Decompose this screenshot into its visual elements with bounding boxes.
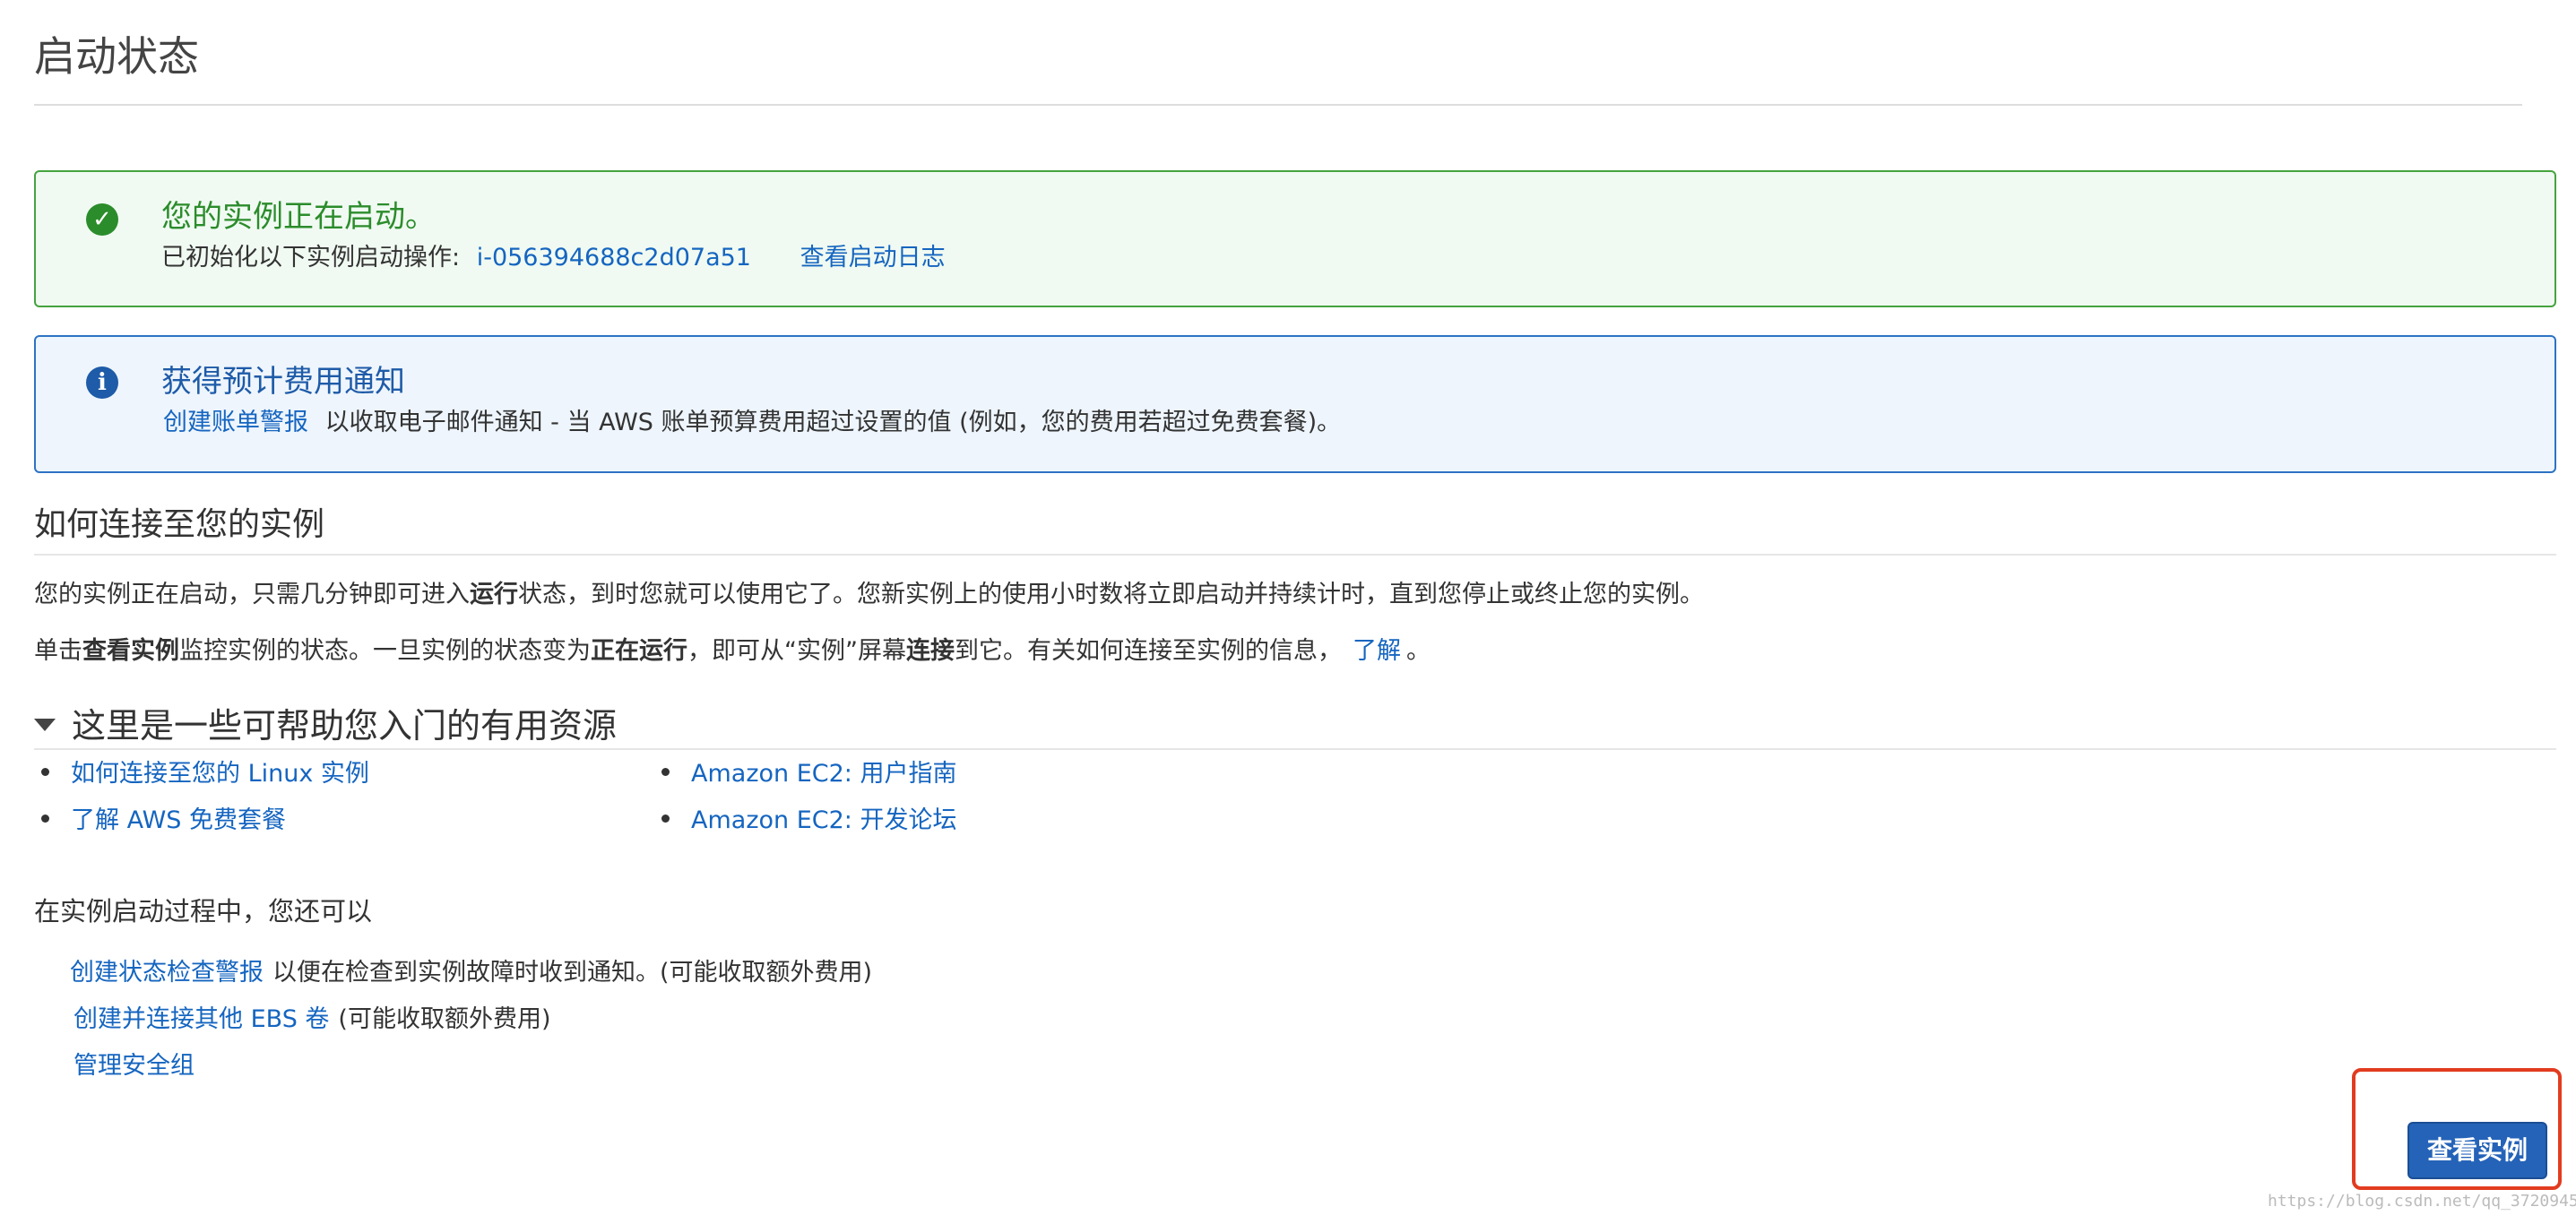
while-launching-item: 创建状态检查警报 以便在检查到实例故障时收到通知。(可能收取额外费用) <box>70 959 872 987</box>
resource-list-item: 了解 AWS 免费套餐 <box>41 806 286 835</box>
while-launching-item: 管理安全组 <box>73 1052 194 1081</box>
para2-view-instances-bold: 查看实例 <box>82 637 179 665</box>
billing-info-alert: i 获得预计费用通知 创建账单警报 以收取电子邮件通知 - 当 AWS 账单预算… <box>34 335 2556 473</box>
instance-id-link[interactable]: i-056394688c2d07a51 <box>477 244 751 272</box>
launch-success-alert: ✓ 您的实例正在启动。 已初始化以下实例启动操作: i-056394688c2d… <box>34 170 2556 307</box>
para2-running-bold: 正在运行 <box>591 637 687 665</box>
create-billing-alarm-link[interactable]: 创建账单警报 <box>163 409 308 436</box>
para2-text-a: 单击 <box>34 637 82 665</box>
para1-text-a: 您的实例正在启动，只需几分钟即可进入 <box>34 581 470 608</box>
billing-alert-text: 以收取电子邮件通知 - 当 AWS 账单预算费用超过设置的值 (例如，您的费用若… <box>324 409 1342 436</box>
view-instances-button[interactable]: 查看实例 <box>2407 1122 2547 1179</box>
para2-end: 。 <box>1405 637 1431 665</box>
bullet-icon <box>661 815 670 823</box>
para2-text-e: ，即可从“实例”屏幕 <box>687 637 906 665</box>
title-divider <box>34 104 2522 106</box>
para1-text-c: 状态，到时您就可以使用它了。您新实例上的使用小时数将立即启动并持续计时，直到您停… <box>518 581 1704 608</box>
resource-link-free-tier[interactable]: 了解 AWS 免费套餐 <box>71 806 286 834</box>
create-status-check-alarm-link[interactable]: 创建状态检查警报 <box>70 959 264 987</box>
success-alert-heading: 您的实例正在启动。 <box>161 199 436 235</box>
info-alert-body: 创建账单警报 以收取电子邮件通知 - 当 AWS 账单预算费用超过设置的值 (例… <box>163 409 1341 437</box>
resource-link-connect-linux[interactable]: 如何连接至您的 Linux 实例 <box>71 760 369 788</box>
connect-section-heading: 如何连接至您的实例 <box>34 506 325 543</box>
resources-divider <box>34 748 2556 750</box>
para2-text-c: 监控实例的状态。一旦实例的状态变为 <box>179 637 591 665</box>
connect-paragraph-1: 您的实例正在启动，只需几分钟即可进入运行状态，到时您就可以使用它了。您新实例上的… <box>34 581 1704 609</box>
watermark-text: https://blog.csdn.net/qq_37209452 <box>2268 1192 2576 1211</box>
resources-heading-text: 这里是一些可帮助您入门的有用资源 <box>72 706 618 746</box>
info-alert-heading: 获得预计费用通知 <box>161 364 405 400</box>
view-launch-log-link[interactable]: 查看启动日志 <box>800 244 946 272</box>
bullet-icon <box>661 768 670 776</box>
resource-list-item: 如何连接至您的 Linux 实例 <box>41 760 369 789</box>
while-launching-heading: 在实例启动过程中，您还可以 <box>34 896 373 927</box>
section-divider <box>34 554 2556 556</box>
caret-down-icon[interactable] <box>34 718 56 731</box>
status-check-alarm-text: 以便在检查到实例故障时收到通知。(可能收取额外费用) <box>272 959 873 987</box>
para2-text-g: 到它。有关如何连接至实例的信息， <box>954 637 1342 665</box>
create-ebs-volume-link[interactable]: 创建并连接其他 EBS 卷 <box>73 1005 329 1033</box>
launch-initiated-label: 已初始化以下实例启动操作: <box>161 244 461 272</box>
para1-running-bold: 运行 <box>470 581 518 608</box>
resource-link-dev-forum[interactable]: Amazon EC2: 开发论坛 <box>691 806 956 834</box>
ebs-volume-text: (可能收取额外费用) <box>338 1005 551 1033</box>
resource-link-user-guide[interactable]: Amazon EC2: 用户指南 <box>691 760 956 788</box>
resource-list-item: Amazon EC2: 用户指南 <box>661 760 956 789</box>
bullet-icon <box>41 768 49 776</box>
success-alert-body: 已初始化以下实例启动操作: i-056394688c2d07a51 查看启动日志 <box>161 244 946 272</box>
manage-security-groups-link[interactable]: 管理安全组 <box>73 1052 194 1080</box>
info-circle-icon: i <box>86 366 118 399</box>
connect-paragraph-2: 单击查看实例监控实例的状态。一旦实例的状态变为正在运行，即可从“实例”屏幕连接到… <box>34 637 1431 666</box>
while-launching-item: 创建并连接其他 EBS 卷 (可能收取额外费用) <box>73 1005 551 1034</box>
learn-more-link[interactable]: 了解 <box>1353 637 1401 665</box>
check-circle-icon: ✓ <box>86 203 118 236</box>
page-title: 启动状态 <box>34 32 199 81</box>
bullet-icon <box>41 815 49 823</box>
resource-list-item: Amazon EC2: 开发论坛 <box>661 806 956 835</box>
para2-connect-bold: 连接 <box>905 637 955 665</box>
resources-heading[interactable]: 这里是一些可帮助您入门的有用资源 <box>34 706 617 747</box>
